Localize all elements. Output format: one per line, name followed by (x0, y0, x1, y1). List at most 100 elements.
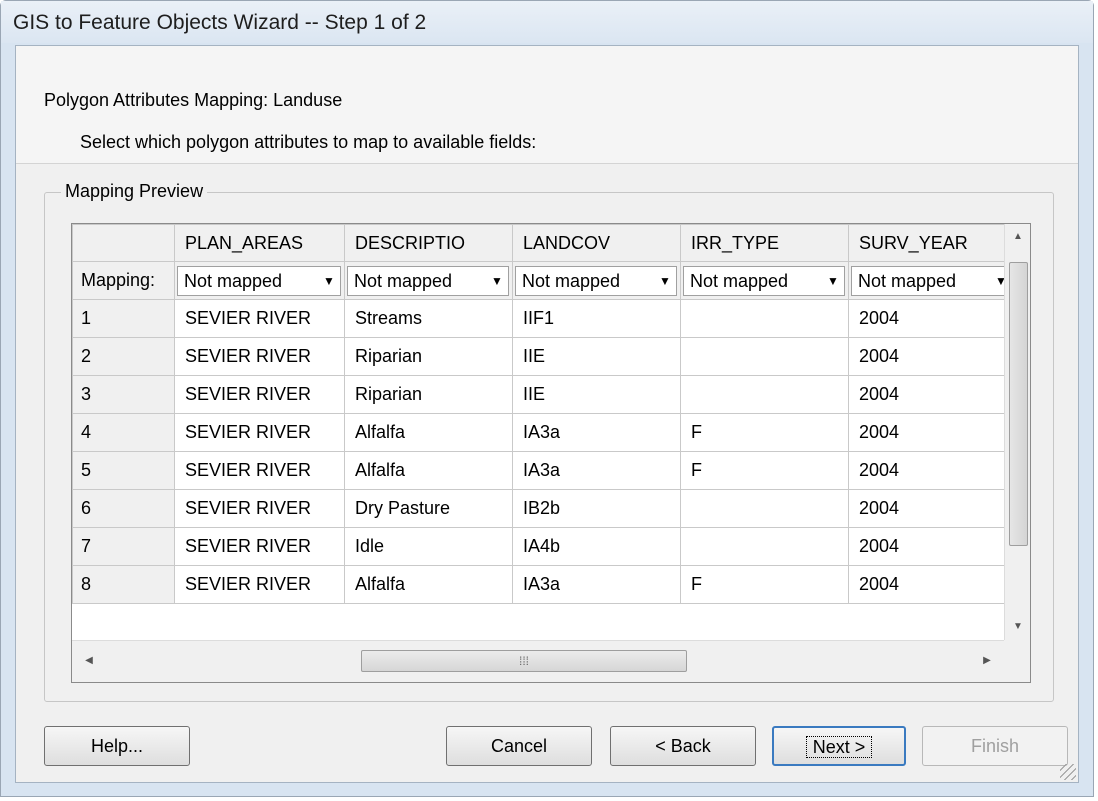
mapping-dropdown[interactable]: Not mapped ▼ (177, 265, 341, 296)
mapping-preview-group: Mapping Preview PLAN_AREAS DESCRIPTIO LAND… (44, 181, 1054, 702)
mapping-dropdown-value: Not mapped (690, 270, 789, 291)
vertical-scroll-thumb[interactable] (1009, 262, 1028, 546)
help-button[interactable]: Help... (44, 726, 190, 766)
mapping-dropdown[interactable]: Not mapped ▼ (347, 265, 509, 296)
cancel-button[interactable]: Cancel (446, 726, 592, 766)
mapping-cell: Not mapped ▼ (848, 261, 1017, 300)
row-number: 6 (72, 489, 175, 528)
table-cell: 2004 (848, 565, 1017, 604)
table-cell: F (680, 413, 849, 452)
back-button[interactable]: < Back (610, 726, 756, 766)
mapping-dropdown[interactable]: Not mapped ▼ (683, 265, 845, 296)
row-number: 4 (72, 413, 175, 452)
scroll-right-icon[interactable]: ▶ (974, 649, 1000, 673)
table-cell (680, 527, 849, 566)
table-cell: F (680, 451, 849, 490)
table-cell: SEVIER RIVER (174, 451, 345, 490)
table-cell: Dry Pasture (344, 489, 513, 528)
vertical-scrollbar[interactable]: ▲ ▼ (1004, 224, 1030, 640)
mapping-row: Mapping: Not mapped ▼ Not mapped ▼ Not mapped… (72, 261, 1017, 300)
table-cell: Riparian (344, 375, 513, 414)
table-row[interactable]: 7 SEVIER RIVER Idle IA4b 2004 (72, 527, 1017, 566)
chevron-down-icon[interactable]: ▼ (318, 267, 340, 295)
header-title: Polygon Attributes Mapping: Landuse (44, 90, 343, 110)
column-header[interactable]: DESCRIPTIO (344, 224, 513, 262)
table-row[interactable]: 3 SEVIER RIVER Riparian IIE 2004 (72, 375, 1017, 414)
table-cell: IA3a (512, 565, 681, 604)
column-header-row: PLAN_AREAS DESCRIPTIO LANDCOV IRR_TYPE SURV_… (72, 224, 1017, 262)
table-cell: 2004 (848, 489, 1017, 528)
mapping-dropdown-value: Not mapped (858, 270, 957, 291)
table-cell (680, 299, 849, 338)
column-header[interactable]: LANDCOV (512, 224, 681, 262)
mapping-cell: Not mapped ▼ (512, 261, 681, 300)
horizontal-scroll-thumb[interactable]: ⁞⁞⁞ (361, 650, 687, 672)
table-cell: Streams (344, 299, 513, 338)
table-row[interactable]: 4 SEVIER RIVER Alfalfa IA3a F 2004 (72, 413, 1017, 452)
table-row[interactable]: 1 SEVIER RIVER Streams IIF1 2004 (72, 299, 1017, 338)
scroll-left-icon[interactable]: ◀ (76, 649, 102, 673)
table-cell: IA4b (512, 527, 681, 566)
chevron-down-icon[interactable]: ▼ (654, 267, 676, 295)
wizard-header: Polygon Attributes Mapping: Landuse Sele… (16, 46, 1078, 164)
column-header[interactable]: IRR_TYPE (680, 224, 849, 262)
mapping-dropdown[interactable]: Not mapped ▼ (851, 265, 1013, 296)
mapping-cell: Not mapped ▼ (174, 261, 345, 300)
next-button[interactable]: Next > (772, 726, 906, 766)
table-cell: 2004 (848, 451, 1017, 490)
scroll-up-icon[interactable]: ▲ (1005, 224, 1030, 250)
title-bar[interactable]: GIS to Feature Objects Wizard -- Step 1 … (1, 1, 1093, 43)
finish-button: Finish (922, 726, 1068, 766)
corner-header-cell (72, 224, 175, 262)
mapping-dropdown-value: Not mapped (184, 270, 283, 291)
row-number: 7 (72, 527, 175, 566)
mapping-cell: Not mapped ▼ (344, 261, 513, 300)
column-header[interactable]: SURV_YEAR (848, 224, 1017, 262)
table-cell: SEVIER RIVER (174, 413, 345, 452)
table-cell: 2004 (848, 299, 1017, 338)
scrollbar-corner (1004, 640, 1030, 682)
table-cell: 2004 (848, 413, 1017, 452)
table-cell (680, 337, 849, 376)
table-row[interactable]: 5 SEVIER RIVER Alfalfa IA3a F 2004 (72, 451, 1017, 490)
table-cell: SEVIER RIVER (174, 299, 345, 338)
table-row[interactable]: 2 SEVIER RIVER Riparian IIE 2004 (72, 337, 1017, 376)
resize-grip-icon[interactable] (1060, 764, 1076, 780)
table-cell: IA3a (512, 451, 681, 490)
wizard-client-area: Polygon Attributes Mapping: Landuse Sele… (15, 45, 1079, 783)
table-cell: 2004 (848, 527, 1017, 566)
mapping-dropdown-value: Not mapped (354, 270, 453, 291)
wizard-window: GIS to Feature Objects Wizard -- Step 1 … (0, 0, 1094, 797)
table-cell: Alfalfa (344, 451, 513, 490)
table-cell: SEVIER RIVER (174, 337, 345, 376)
table-cell: SEVIER RIVER (174, 527, 345, 566)
mapping-grid[interactable]: PLAN_AREAS DESCRIPTIO LANDCOV IRR_TYPE SURV_… (71, 223, 1031, 683)
table-cell: 2004 (848, 375, 1017, 414)
mapping-label: Mapping: (72, 261, 175, 300)
table-cell: SEVIER RIVER (174, 565, 345, 604)
grid-table: PLAN_AREAS DESCRIPTIO LANDCOV IRR_TYPE SURV_… (72, 224, 1017, 604)
table-cell: F (680, 565, 849, 604)
header-subtitle: Select which polygon attributes to map t… (80, 132, 537, 152)
chevron-down-icon[interactable]: ▼ (822, 267, 844, 295)
mapping-dropdown[interactable]: Not mapped ▼ (515, 265, 677, 296)
table-cell: SEVIER RIVER (174, 489, 345, 528)
table-row[interactable]: 6 SEVIER RIVER Dry Pasture IB2b 2004 (72, 489, 1017, 528)
row-number: 2 (72, 337, 175, 376)
column-header[interactable]: PLAN_AREAS (174, 224, 345, 262)
chevron-down-icon[interactable]: ▼ (486, 267, 508, 295)
table-cell: IB2b (512, 489, 681, 528)
scroll-down-icon[interactable]: ▼ (1005, 614, 1030, 640)
horizontal-scrollbar[interactable]: ◀ ⁞⁞⁞ ▶ (72, 640, 1030, 682)
table-row[interactable]: 8 SEVIER RIVER Alfalfa IA3a F 2004 (72, 565, 1017, 604)
table-cell: Alfalfa (344, 565, 513, 604)
table-cell: Alfalfa (344, 413, 513, 452)
table-cell: IA3a (512, 413, 681, 452)
table-cell: Riparian (344, 337, 513, 376)
row-number: 5 (72, 451, 175, 490)
row-number: 1 (72, 299, 175, 338)
table-cell: IIF1 (512, 299, 681, 338)
group-label: Mapping Preview (61, 181, 208, 202)
table-cell: Idle (344, 527, 513, 566)
table-cell: SEVIER RIVER (174, 375, 345, 414)
